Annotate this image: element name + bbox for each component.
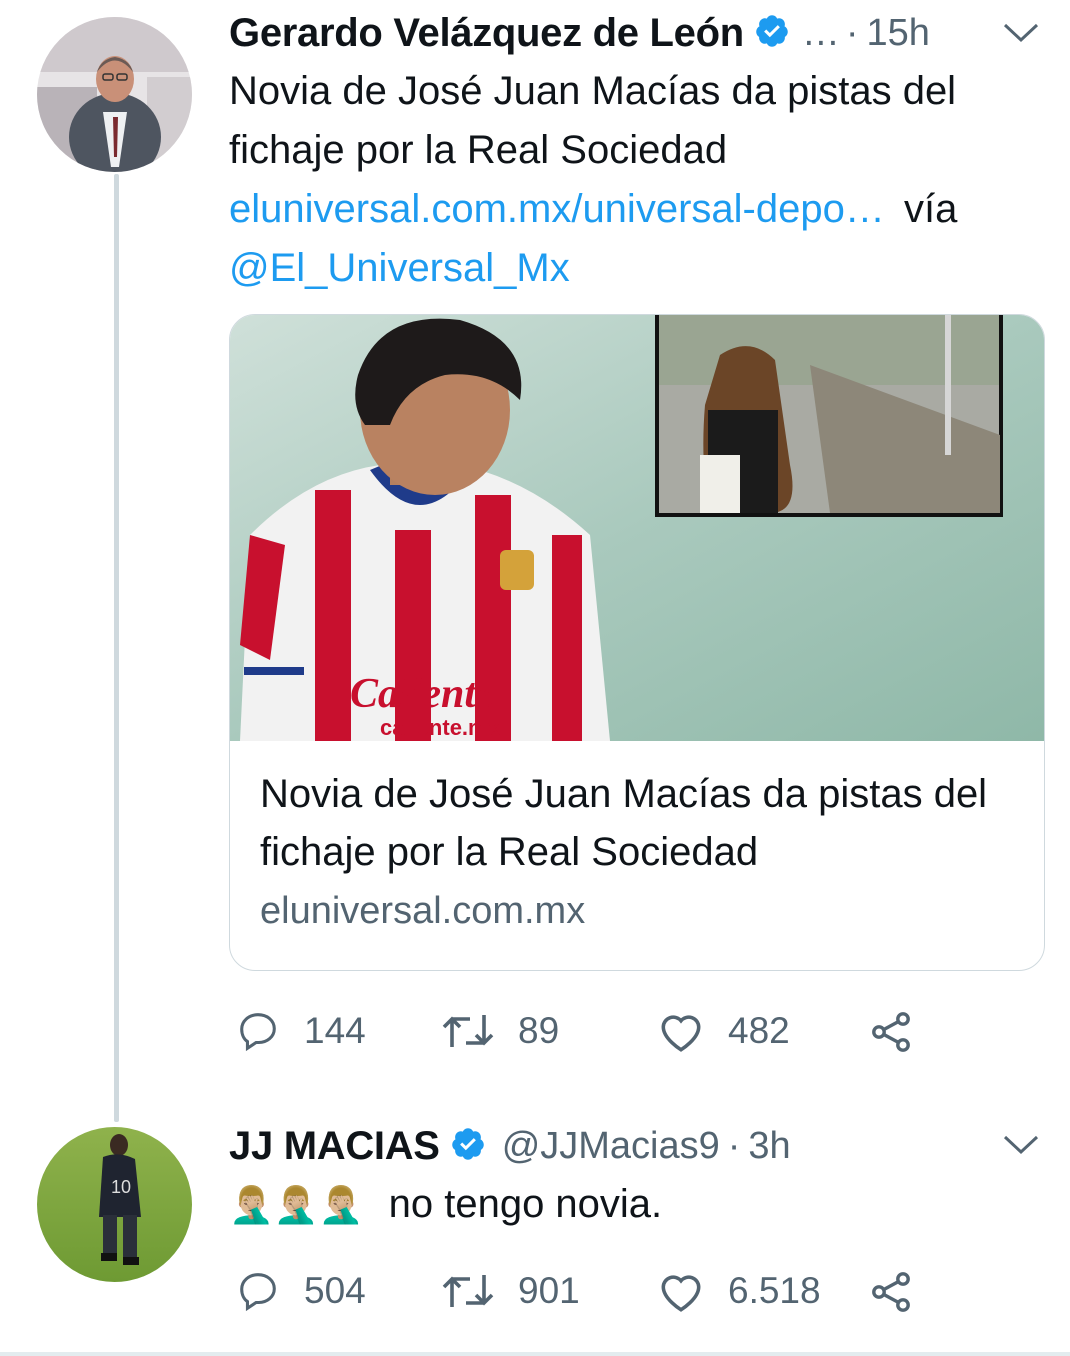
tweet-time[interactable]: 3h (748, 1125, 790, 1168)
retweet-count: 901 (518, 1270, 580, 1311)
meta-separator: · (845, 11, 859, 54)
tweet1-header: Gerardo Velázquez de León … · 15h (229, 8, 930, 58)
like-button[interactable]: 482 (656, 1008, 790, 1054)
tweet1-link-row: eluniversal.com.mx/universal-depo… vía (229, 180, 1059, 239)
like-icon (661, 1015, 701, 1052)
card-image: Caliente caliente.mx (230, 315, 1044, 741)
share-button[interactable] (866, 1268, 916, 1316)
share-icon (872, 1012, 910, 1052)
retweet-button[interactable]: 901 (440, 1268, 580, 1314)
like-button[interactable]: 6.518 (656, 1268, 821, 1314)
reply-icon (240, 1013, 276, 1052)
reply-icon (240, 1273, 276, 1312)
retweet-count: 89 (518, 1010, 560, 1051)
tweet2-header: JJ MACIAS @JJMacias9 · 3h (229, 1120, 791, 1172)
author-handle[interactable]: @JJMacias9 (502, 1125, 720, 1168)
svg-text:caliente.mx: caliente.mx (380, 715, 501, 740)
retweet-button[interactable]: 89 (440, 1008, 559, 1054)
card-title: Novia de José Juan Macías da pistas del … (260, 772, 988, 874)
tweet-time[interactable]: 15h (867, 12, 930, 55)
meta-separator: · (727, 1124, 741, 1167)
avatar-jjmacias[interactable]: 10 (37, 1127, 192, 1282)
tweet1-text-line2: fichaje por la Real Sociedad (229, 128, 728, 172)
mention-link[interactable]: @El_Universal_Mx (229, 246, 570, 290)
link-card[interactable]: Caliente caliente.mx Novia de José Juan … (229, 314, 1045, 971)
avatar-gerardo[interactable] (37, 17, 192, 172)
facepalm-emojis: 🤦🏼‍♂️🤦🏼‍♂️🤦🏼‍♂️ (229, 1184, 364, 1225)
retweet-icon (442, 1275, 494, 1307)
author-name[interactable]: JJ MACIAS (229, 1124, 440, 1169)
reply-button[interactable]: 144 (234, 1008, 366, 1054)
tweet2-body: no tengo novia. (388, 1182, 663, 1226)
author-name[interactable]: Gerardo Velázquez de León (229, 11, 744, 56)
chevron-down-icon[interactable] (1001, 1132, 1041, 1163)
chevron-down-icon[interactable] (1001, 20, 1041, 51)
tweet1-text: Novia de José Juan Macías da pistas del … (229, 62, 1059, 298)
share-icon (872, 1272, 910, 1312)
svg-text:10: 10 (111, 1177, 131, 1197)
like-icon (661, 1275, 701, 1312)
like-count: 482 (728, 1010, 790, 1051)
verified-badge-icon (754, 13, 790, 54)
reply-button[interactable]: 504 (234, 1268, 366, 1314)
share-button[interactable] (866, 1008, 916, 1056)
bottom-divider (0, 1352, 1070, 1356)
svg-text:Caliente: Caliente (350, 671, 495, 717)
tweet1-text-line1: Novia de José Juan Macías da pistas del (229, 69, 957, 113)
like-count: 6.518 (728, 1270, 821, 1311)
reply-count: 144 (304, 1010, 366, 1051)
card-domain: eluniversal.com.mx (260, 890, 586, 932)
reply-count: 504 (304, 1270, 366, 1311)
via-text: vía (903, 187, 958, 231)
tweet2-text: 🤦🏼‍♂️🤦🏼‍♂️🤦🏼‍♂️ no tengo novia. (229, 1175, 1059, 1234)
thread-line (114, 174, 119, 1122)
verified-badge-icon (450, 1126, 486, 1167)
retweet-icon (442, 1015, 494, 1047)
author-handle: … (801, 11, 840, 54)
article-link[interactable]: eluniversal.com.mx/universal-depo… (229, 187, 885, 231)
